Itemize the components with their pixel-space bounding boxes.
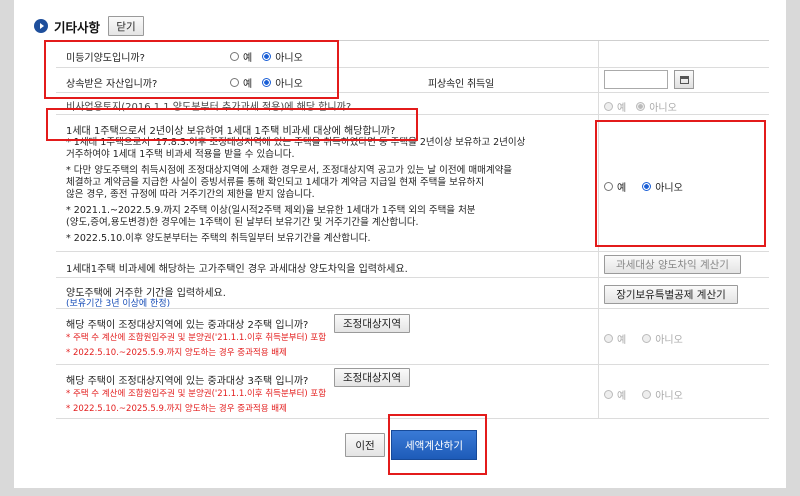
note-line: 체결하고 계약금을 지급한 사실이 증빙서류를 통해 확인되고 1세대가 계약금… (66, 177, 485, 188)
row-two-house-surcharge: 해당 주택이 조정대상지역에 있는 중과대상 2주택 입니까? 조정대상지역 *… (56, 309, 769, 365)
question-label: 해당 주택이 조정대상지역에 있는 중과대상 3주택 입니까? (66, 376, 309, 387)
inheritance-date-input[interactable] (604, 70, 668, 89)
radio-no-label: 아니오 (655, 391, 683, 402)
surcharge-exclusion-note: * 2022.5.10.~2025.5.9.까지 양도하는 경우 중과적용 배제 (66, 348, 287, 358)
prev-button[interactable]: 이전 (345, 433, 385, 457)
close-button[interactable]: 닫기 (108, 16, 145, 36)
radio-circle-icon (604, 334, 613, 343)
radio-group: 예 아니오 (604, 99, 687, 114)
radio-circle-icon (604, 390, 613, 399)
radio-no[interactable]: 아니오 (636, 99, 677, 114)
highlight-box (388, 414, 487, 475)
house-count-note: * 주택 수 계산에 조합원입주권 및 분양권('21.1.1.이후 취득분부터… (66, 333, 327, 343)
radio-circle-icon (642, 334, 652, 343)
section-title: 기타사항 (54, 19, 101, 35)
house-count-note: * 주택 수 계산에 조합원입주권 및 분양권('21.1.1.이후 취득분부터… (66, 389, 327, 399)
calendar-button[interactable] (674, 70, 694, 89)
note-line: * 2022.5.10.이후 양도분부터는 주택의 취득일부터 보유기간을 계산… (66, 233, 371, 244)
row-three-house-surcharge: 해당 주택이 조정대상지역에 있는 중과대상 3주택 입니까? 조정대상지역 *… (56, 365, 769, 419)
radio-yes[interactable]: 예 (604, 99, 626, 114)
radio-yes-label: 예 (617, 103, 627, 114)
question-sublabel: (보유기간 3년 이상에 한정) (66, 299, 171, 309)
radio-circle-icon (642, 390, 652, 399)
radio-no[interactable]: 아니오 (642, 331, 683, 346)
highlight-box (595, 120, 766, 247)
radio-checked-icon (636, 102, 646, 111)
radio-yes-label: 예 (617, 335, 627, 346)
regulated-area-button[interactable]: 조정대상지역 (334, 368, 410, 387)
note-line: * 다만 양도주택의 취득시점에 조정대상지역에 소재한 경우로서, 조정대상지… (66, 165, 513, 176)
radio-group: 예 아니오 (604, 331, 693, 346)
regulated-area-button[interactable]: 조정대상지역 (334, 314, 410, 333)
radio-group: 예 아니오 (604, 387, 693, 402)
row-high-price-house: 1세대1주택 비과세에 해당하는 고가주택인 경우 과세대상 양도차익을 입력하… (56, 252, 769, 278)
radio-yes[interactable]: 예 (604, 331, 626, 346)
radio-circle-icon (604, 102, 613, 111)
section-bullet-icon (34, 19, 48, 33)
radio-no-label: 아니오 (649, 103, 677, 114)
note-line: 않은 경우, 종전 규정에 따라 거주기간의 제한을 받지 않습니다. (66, 189, 315, 200)
inheritance-date-label: 피상속인 취득일 (428, 79, 494, 90)
note-line: * 2021.1.~2022.5.9.까지 2주택 이상(일시적2주택 제외)을… (66, 205, 476, 216)
exemption-notes: * 1세대 1주택으로서 '17.8.3.이후 조정대상지역에 있는 주택을 취… (66, 137, 611, 245)
taxable-gain-calculator-button[interactable]: 과세대상 양도차익 계산기 (604, 255, 741, 274)
radio-no-label: 아니오 (655, 335, 683, 346)
radio-yes-label: 예 (617, 391, 627, 402)
note-line: 거주하여야 1세대 1주택 비과세 적용을 받을 수 있습니다. (66, 149, 295, 160)
highlight-box (46, 108, 418, 141)
radio-yes[interactable]: 예 (604, 387, 626, 402)
highlight-box (44, 40, 339, 99)
row-residence-period: 양도주택에 거주한 기간을 입력하세요. (보유기간 3년 이상에 한정) 장기… (56, 278, 769, 309)
question-label: 해당 주택이 조정대상지역에 있는 중과대상 2주택 입니까? (66, 320, 309, 331)
long-term-deduction-calculator-button[interactable]: 장기보유특별공제 계산기 (604, 285, 738, 304)
surcharge-exclusion-note: * 2022.5.10.~2025.5.9.까지 양도하는 경우 중과적용 배제 (66, 404, 287, 414)
calendar-icon (679, 75, 689, 84)
question-label: 1세대1주택 비과세에 해당하는 고가주택인 경우 과세대상 양도차익을 입력하… (66, 264, 408, 275)
radio-no[interactable]: 아니오 (642, 387, 683, 402)
section-header: 기타사항 닫기 (34, 16, 145, 36)
note-line: (양도,증여,용도변경)한 경우에는 1주택이 된 날부터 보유기간 및 거주기… (66, 217, 419, 228)
